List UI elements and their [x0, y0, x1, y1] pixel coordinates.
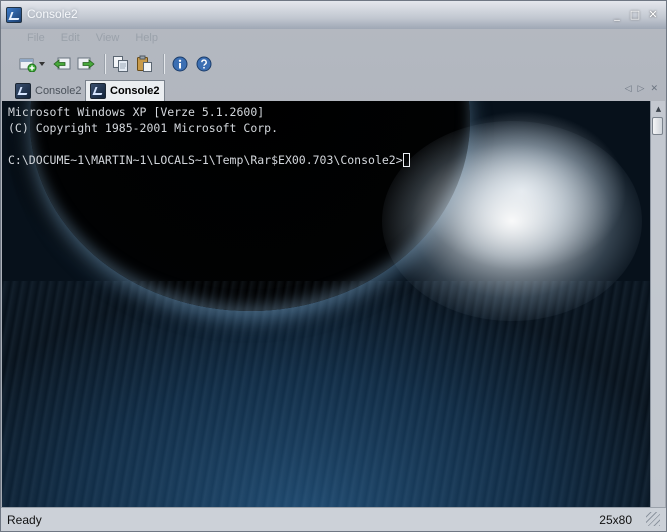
- console-size: 25x80: [599, 513, 632, 527]
- previous-tab-icon[interactable]: [51, 53, 73, 75]
- scroll-up-icon[interactable]: ▲: [651, 101, 666, 116]
- new-tab-icon[interactable]: [17, 53, 39, 75]
- next-tab-icon[interactable]: [75, 53, 97, 75]
- resize-grip-icon[interactable]: [646, 512, 660, 526]
- copy-icon[interactable]: [110, 53, 132, 75]
- tab-scroll-left-icon[interactable]: ◁: [625, 83, 632, 95]
- settings-icon[interactable]: [169, 53, 191, 75]
- toolbar-separator: [104, 54, 105, 74]
- toolbar: [1, 49, 666, 79]
- window-controls: _ □ ✕: [610, 8, 660, 22]
- toolbar-separator: [163, 54, 164, 74]
- help-icon[interactable]: [193, 53, 215, 75]
- minimize-button[interactable]: _: [610, 8, 624, 22]
- close-button[interactable]: ✕: [646, 8, 660, 22]
- menu-help[interactable]: Help: [127, 29, 166, 49]
- console2-window: Console2 _ □ ✕ File Edit View Help Conso…: [0, 0, 667, 532]
- tab-label: Console2: [35, 84, 82, 97]
- console-icon: [15, 82, 31, 99]
- vertical-scrollbar[interactable]: ▲: [650, 101, 665, 507]
- console-output[interactable]: Microsoft Windows XP [Verze 5.1.2600] (C…: [2, 101, 650, 507]
- status-bar: Ready 25x80: [1, 507, 666, 531]
- title-bar[interactable]: Console2 _ □ ✕: [1, 1, 666, 29]
- menu-bar: File Edit View Help: [1, 29, 666, 49]
- status-text: Ready: [7, 513, 42, 527]
- tab-label: Console2: [110, 85, 160, 97]
- menu-edit[interactable]: Edit: [53, 29, 88, 49]
- console-line: (C) Copyright 1985-2001 Microsoft Corp.: [8, 121, 279, 135]
- console-prompt: C:\DOCUME~1\MARTIN~1\LOCALS~1\Temp\Rar$E…: [8, 153, 403, 167]
- text-cursor: [402, 153, 410, 167]
- tab-navigation: ◁ ▷ ✕: [625, 83, 658, 95]
- tab-strip: Console2 Console2 ◁ ▷ ✕: [1, 79, 666, 101]
- scrollbar-thumb[interactable]: [652, 117, 663, 135]
- app-icon[interactable]: [6, 7, 22, 23]
- paste-icon[interactable]: [134, 53, 156, 75]
- maximize-button[interactable]: □: [628, 8, 642, 22]
- console-line: Microsoft Windows XP [Verze 5.1.2600]: [8, 105, 265, 119]
- tab-scroll-right-icon[interactable]: ▷: [638, 83, 645, 95]
- tab-console2-2[interactable]: Console2: [85, 80, 165, 101]
- new-tab-dropdown-icon[interactable]: [39, 62, 45, 66]
- menu-file[interactable]: File: [19, 29, 53, 49]
- tab-close-icon[interactable]: ✕: [650, 83, 658, 95]
- tab-console2-1[interactable]: Console2: [11, 80, 85, 101]
- background-rays: [2, 281, 650, 507]
- menu-view[interactable]: View: [88, 29, 128, 49]
- console-text: Microsoft Windows XP [Verze 5.1.2600] (C…: [8, 104, 410, 168]
- console-icon: [90, 83, 106, 99]
- window-title: Console2: [27, 7, 78, 21]
